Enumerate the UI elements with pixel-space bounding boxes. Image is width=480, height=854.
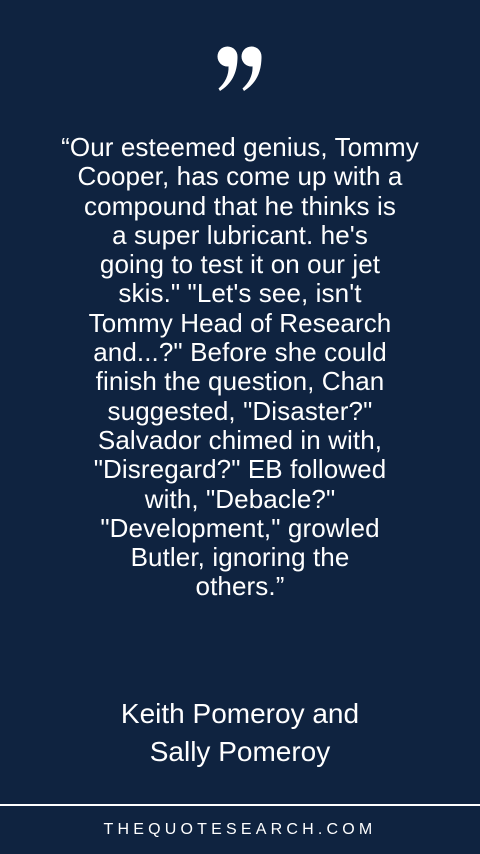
quote-line: finish the question, Chan: [95, 366, 385, 397]
author-line: Sally Pomeroy: [149, 736, 331, 767]
footer-divider: [0, 804, 480, 806]
quote-line: Butler, ignoring the: [130, 542, 350, 573]
quote-line: "Disregard?" EB followed: [93, 454, 387, 485]
quote-text: “Our esteemed genius, Tommy Cooper, has …: [22, 132, 458, 602]
quote-line: and...?" Before she could: [93, 337, 387, 368]
quote-line: going to test it on our jet: [99, 249, 381, 280]
site-name: THEQUOTESEARCH.COM: [103, 821, 377, 838]
quote-line: Tommy Head of Research: [88, 307, 392, 338]
quote-line: a super lubricant. he's: [112, 219, 368, 250]
author-line: Keith Pomeroy and: [120, 698, 360, 729]
quote-author: Keith Pomeroy and Sally Pomeroy: [20, 695, 460, 771]
closing-double-quote-icon: [0, 46, 480, 97]
quote-line: with, "Debacle?": [144, 483, 336, 514]
quote-line: others.”: [195, 571, 285, 602]
quote-line: skis." "Let's see, isn't: [118, 278, 362, 309]
quote-line: compound that he thinks is: [84, 190, 396, 221]
quote-line: suggested, "Disaster?": [107, 395, 373, 426]
quote-line: "Development," growled: [100, 512, 380, 543]
quote-line: “Our esteemed genius, Tommy: [61, 132, 419, 162]
quote-line: Cooper, has come up with a: [77, 161, 403, 192]
quote-line: Salvador chimed in with,: [97, 424, 383, 455]
